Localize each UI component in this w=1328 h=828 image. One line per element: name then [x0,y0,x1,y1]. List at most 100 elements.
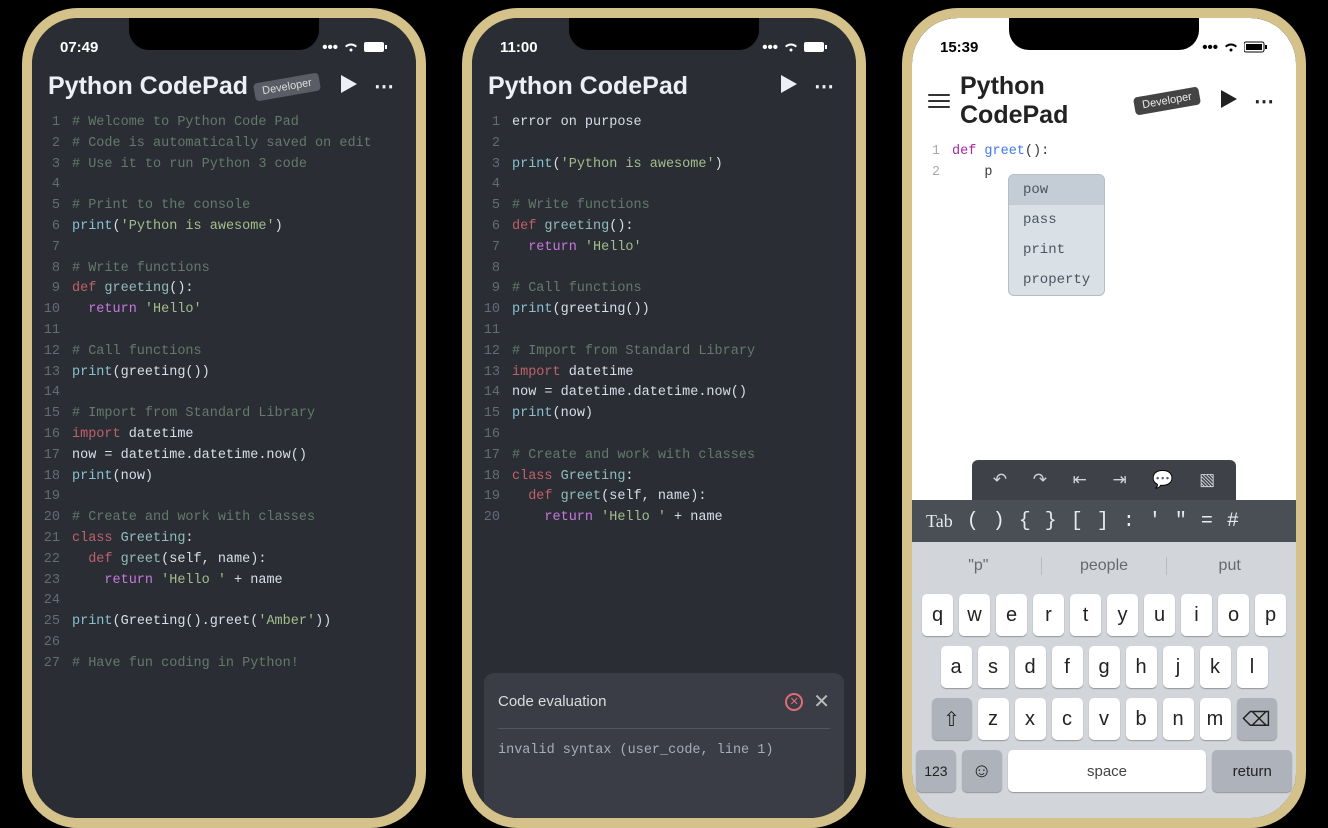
run-button[interactable] [1216,87,1240,116]
battery-icon [804,41,828,53]
run-button[interactable] [336,72,360,101]
letter-key[interactable]: v [1089,698,1120,740]
space-key[interactable]: space [1008,750,1207,792]
battery-icon [1244,41,1268,53]
code-line: 18print(now) [32,467,408,488]
letter-key[interactable]: g [1089,646,1120,688]
emoji-key[interactable]: ☺ [962,750,1002,792]
more-button[interactable]: ⋯ [1250,89,1280,114]
letter-key[interactable]: o [1218,594,1249,636]
symbol-key[interactable]: = [1201,510,1213,533]
error-icon: ✕ [785,693,803,711]
letter-key[interactable]: q [922,594,953,636]
letter-key[interactable]: j [1163,646,1194,688]
letter-key[interactable]: z [978,698,1009,740]
code-line: 8 [472,259,848,280]
letter-key[interactable]: f [1052,646,1083,688]
letter-key[interactable]: k [1200,646,1231,688]
symbol-key[interactable]: ( [967,510,979,533]
letter-key[interactable]: d [1015,646,1046,688]
symbol-key[interactable]: ] [1097,510,1109,533]
letter-key[interactable]: b [1126,698,1157,740]
app-title: Python CodePad [488,72,766,101]
letter-key[interactable]: m [1200,698,1231,740]
letter-key[interactable]: t [1070,594,1101,636]
code-line: 19 [32,487,408,508]
toolbar-button[interactable]: ↷ [1033,470,1047,490]
letter-key[interactable]: u [1144,594,1175,636]
letter-key[interactable]: p [1255,594,1286,636]
symbol-key[interactable]: ) [993,510,1005,533]
code-editor[interactable]: 1error on purpose23print('Python is awes… [472,113,856,537]
phone-notch [129,18,319,50]
line-number: 2 [472,134,512,155]
letter-key[interactable]: s [978,646,1009,688]
code-line: 6print('Python is awesome') [32,217,408,238]
developer-badge: Developer [1133,86,1201,115]
letter-key[interactable]: y [1107,594,1138,636]
suggestion[interactable]: "p" [916,557,1042,575]
line-number: 5 [32,196,72,217]
toolbar-button[interactable]: 💬 [1152,470,1173,490]
autocomplete-item[interactable]: property [1009,265,1104,295]
letter-key[interactable]: x [1015,698,1046,740]
symbol-key[interactable]: : [1123,510,1135,533]
line-number: 18 [32,467,72,488]
toolbar-button[interactable]: ↶ [993,470,1007,490]
line-number: 1 [912,142,952,163]
tab-key[interactable]: Tab [926,511,953,532]
line-number: 13 [32,363,72,384]
wifi-icon [783,41,799,53]
close-button[interactable]: ✕ [813,689,830,714]
autocomplete-item[interactable]: pow [1009,175,1104,205]
code-line: 15print(now) [472,404,848,425]
menu-button[interactable] [928,94,950,108]
suggestion[interactable]: people [1042,557,1168,575]
autocomplete-item[interactable]: print [1009,235,1104,265]
letter-key[interactable]: w [959,594,990,636]
symbol-key[interactable]: [ [1071,510,1083,533]
letter-key[interactable]: l [1237,646,1268,688]
symbol-key[interactable]: # [1227,510,1239,533]
more-button[interactable]: ⋯ [370,74,400,99]
letter-key[interactable]: i [1181,594,1212,636]
code-editor[interactable]: 1# Welcome to Python Code Pad2# Code is … [32,113,416,683]
app-header: Python CodePad Developer ⋯ [912,62,1296,142]
code-line: 15# Import from Standard Library [32,404,408,425]
letter-key[interactable]: c [1052,698,1083,740]
code-line: 7 return 'Hello' [472,238,848,259]
code-line: 1error on purpose [472,113,848,134]
letter-key[interactable]: h [1126,646,1157,688]
return-key[interactable]: return [1212,750,1292,792]
line-number: 19 [472,487,512,508]
letter-key[interactable]: e [996,594,1027,636]
code-line: 10 return 'Hello' [32,300,408,321]
symbol-key[interactable]: ' [1149,510,1161,533]
suggestion[interactable]: put [1167,557,1292,575]
letter-key[interactable]: n [1163,698,1194,740]
code-line: 17# Create and work with classes [472,446,848,467]
line-number: 21 [32,529,72,550]
run-button[interactable] [776,72,800,101]
backspace-key[interactable]: ⌫ [1237,698,1277,740]
code-line: 19 def greet(self, name): [472,487,848,508]
evaluation-message: invalid syntax (user_code, line 1) [498,743,830,758]
autocomplete-popup[interactable]: powpassprintproperty [1008,174,1105,296]
more-button[interactable]: ⋯ [810,74,840,99]
letter-key[interactable]: r [1033,594,1064,636]
toolbar-button[interactable]: ▧ [1199,470,1215,490]
symbol-key[interactable]: " [1175,510,1187,533]
symbol-key[interactable]: } [1045,510,1057,533]
numbers-key[interactable]: 123 [916,750,956,792]
shift-key[interactable]: ⇧ [932,698,972,740]
line-number: 10 [472,300,512,321]
autocomplete-item[interactable]: pass [1009,205,1104,235]
toolbar-button[interactable]: ⇥ [1112,470,1126,490]
code-line: 22 def greet(self, name): [32,550,408,571]
app-title: Python CodePad [48,72,254,101]
toolbar-button[interactable]: ⇤ [1073,470,1087,490]
code-line: 1def greet(): [912,142,1288,163]
symbol-key[interactable]: { [1019,510,1031,533]
letter-key[interactable]: a [941,646,972,688]
code-line: 4 [472,175,848,196]
